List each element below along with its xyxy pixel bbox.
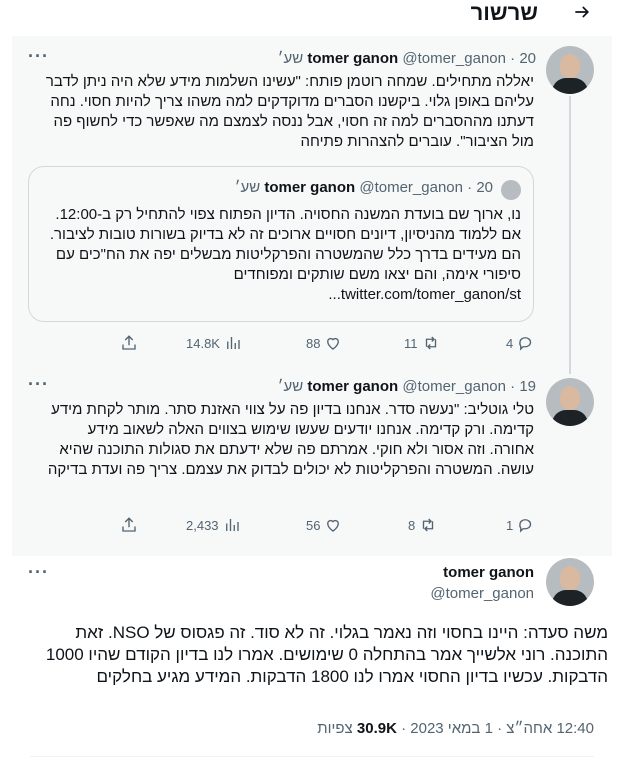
- analytics-icon: [225, 519, 239, 531]
- page-title: שרשור: [470, 0, 538, 25]
- views-button[interactable]: 14.8K: [186, 334, 242, 352]
- author-handle: @tomer_ganon: [359, 179, 463, 196]
- views-count: 30.9K: [356, 720, 397, 737]
- author-handle[interactable]: @tomer_ganon: [402, 50, 506, 67]
- more-options-button[interactable]: ···: [28, 562, 49, 583]
- tweet[interactable]: tomer ganon @tomer_ganon · 20 שע׳ ··· יא…: [12, 36, 612, 370]
- avatar[interactable]: [546, 558, 594, 606]
- tweet-text: טלי גוטליב: "נעשה סדר. אנחנו בדיון פה על…: [47, 401, 534, 478]
- avatar[interactable]: [546, 46, 594, 94]
- reply-icon: [519, 337, 532, 351]
- tweet-actions: 14.8K 88 11 4: [116, 334, 546, 354]
- views-button[interactable]: 2,433: [186, 516, 241, 534]
- replies-count: 1: [506, 517, 514, 533]
- author-name[interactable]: tomer ganon: [307, 50, 398, 67]
- retweet-button[interactable]: 11: [404, 334, 440, 352]
- quote-meta: tomer ganon @tomer_ganon · 20 שע׳: [234, 179, 493, 196]
- analytics-icon: [227, 337, 240, 349]
- tweet-meta: tomer ganon @tomer_ganon · 19 שע׳: [277, 378, 536, 395]
- arrow-right-icon: [575, 6, 590, 18]
- avatar: [501, 180, 521, 200]
- retweet-icon: [423, 518, 434, 532]
- tweet-meta: tomer ganon @tomer_ganon · 20 שע׳: [277, 50, 536, 67]
- author-name[interactable]: tomer ganon: [307, 378, 398, 395]
- tweet-actions: 2,433 56 8 1: [116, 516, 546, 536]
- likes-count: 88: [306, 335, 321, 351]
- author-name: tomer ganon: [264, 179, 356, 196]
- views-count: 2,433: [186, 517, 219, 533]
- author-handle[interactable]: @tomer_ganon: [402, 378, 506, 395]
- tweet-date[interactable]: 1 במאי 2023: [410, 720, 493, 737]
- quote-link[interactable]: twitter.com/tomer_ganon/st...: [328, 286, 521, 303]
- main-tweet-text: משה סעדה: היינו בחסוי וזה נאמר בגלוי. זה…: [45, 623, 608, 686]
- likes-count: 56: [306, 517, 321, 533]
- tweet[interactable]: tomer ganon @tomer_ganon · 19 שע׳ ··· טל…: [12, 370, 612, 552]
- retweet-button[interactable]: 8: [408, 516, 437, 534]
- main-tweet-meta: 12:40 אחה״צ · 1 במאי 2023 · 30.9K צפיות: [317, 720, 594, 737]
- author-name[interactable]: tomer ganon: [443, 564, 534, 581]
- quote-tweet[interactable]: tomer ganon @tomer_ganon · 20 שע׳ נו, אר…: [28, 166, 534, 322]
- share-button[interactable]: [116, 516, 138, 534]
- reply-button[interactable]: 1: [506, 516, 535, 534]
- divider: [30, 756, 594, 757]
- views-label: צפיות: [317, 720, 353, 737]
- retweets-count: 8: [408, 517, 416, 533]
- heart-icon: [327, 519, 340, 532]
- like-button[interactable]: 56: [306, 516, 342, 534]
- more-options-button[interactable]: ···: [28, 46, 49, 67]
- reply-icon: [519, 519, 532, 533]
- replies-count: 4: [506, 335, 514, 351]
- retweet-icon: [425, 336, 436, 350]
- quote-body: נו, ארוך שם בועדת המשנה החסויה. הדיון הפ…: [49, 206, 521, 283]
- avatar[interactable]: [546, 378, 594, 426]
- quote-text: נו, ארוך שם בועדת המשנה החסויה. הדיון הפ…: [41, 205, 521, 305]
- back-button[interactable]: [570, 0, 594, 24]
- more-options-button[interactable]: ···: [28, 374, 49, 395]
- top-header: שרשור: [0, 0, 638, 36]
- share-icon: [122, 335, 136, 350]
- views-count: 14.8K: [186, 335, 220, 351]
- reply-button[interactable]: 4: [506, 334, 535, 352]
- heart-icon: [327, 337, 340, 350]
- retweets-count: 11: [404, 335, 418, 351]
- share-button[interactable]: [116, 334, 138, 352]
- share-icon: [122, 517, 136, 532]
- like-button[interactable]: 88: [306, 334, 342, 352]
- tweet-text: יאללה מתחילים. שמחה רוטמן פותח: "עשינו ה…: [45, 73, 534, 150]
- author-handle[interactable]: @tomer_ganon: [430, 585, 534, 602]
- tweet-time[interactable]: 12:40 אחה״צ: [506, 720, 594, 737]
